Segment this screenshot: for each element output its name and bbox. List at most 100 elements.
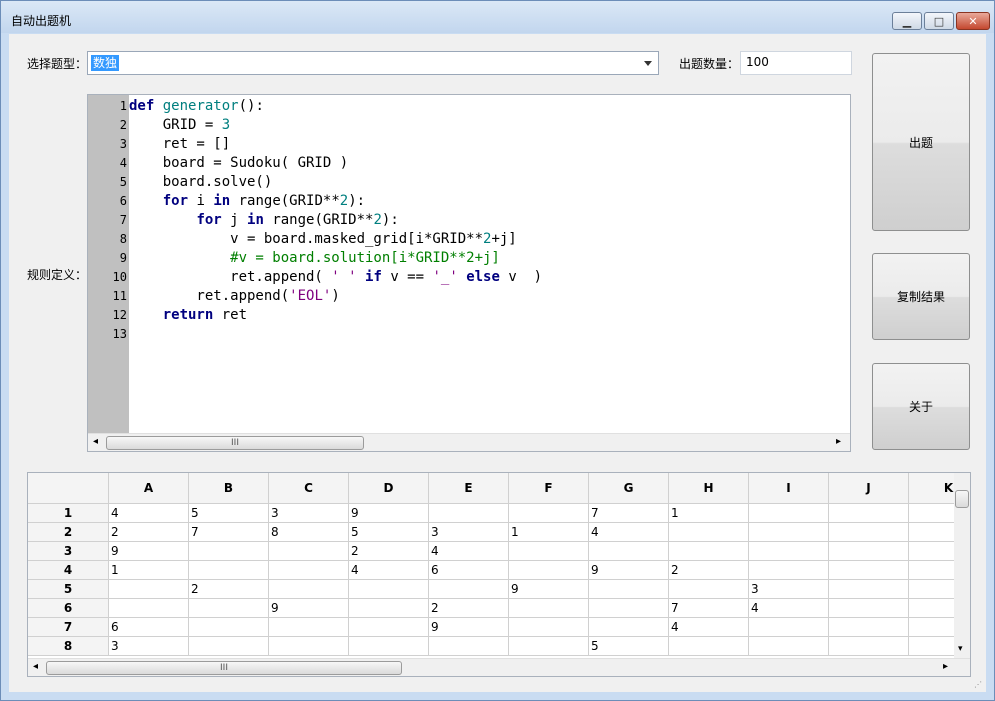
table-cell[interactable] <box>829 637 909 656</box>
table-corner[interactable] <box>28 473 109 504</box>
editor-horizontal-scrollbar[interactable]: ◂ III ▸ <box>88 433 850 451</box>
table-cell[interactable]: 5 <box>589 637 669 656</box>
table-cell[interactable]: 2 <box>109 523 189 542</box>
table-cell[interactable]: 4 <box>749 599 829 618</box>
table-cell[interactable] <box>509 599 589 618</box>
column-header[interactable]: A <box>109 473 189 504</box>
table-cell[interactable]: 2 <box>429 599 509 618</box>
column-header[interactable]: I <box>749 473 829 504</box>
table-cell[interactable]: 9 <box>429 618 509 637</box>
table-cell[interactable] <box>749 561 829 580</box>
table-cell[interactable] <box>829 504 909 523</box>
table-cell[interactable] <box>269 637 349 656</box>
table-cell[interactable] <box>509 561 589 580</box>
column-header[interactable]: E <box>429 473 509 504</box>
table-cell[interactable] <box>349 618 429 637</box>
column-header[interactable]: F <box>509 473 589 504</box>
table-cell[interactable] <box>669 580 749 599</box>
table-cell[interactable] <box>589 618 669 637</box>
table-cell[interactable]: 9 <box>509 580 589 599</box>
table-scroll-left-icon[interactable]: ◂ <box>33 661 38 672</box>
code-editor[interactable]: 1 2 3 4 5 6 7 8 9 10 11 12 13 def generator(): GRID … <box>87 94 851 452</box>
table-cell[interactable]: 3 <box>109 637 189 656</box>
table-cell[interactable]: 9 <box>269 599 349 618</box>
row-header[interactable]: 6 <box>28 599 109 618</box>
table-cell[interactable] <box>109 580 189 599</box>
row-header[interactable]: 4 <box>28 561 109 580</box>
table-cell[interactable] <box>829 561 909 580</box>
type-select[interactable]: 数独 <box>87 51 659 75</box>
editor-scroll-thumb[interactable]: III <box>106 436 364 450</box>
table-cell[interactable]: 7 <box>589 504 669 523</box>
table-cell[interactable] <box>349 637 429 656</box>
table-cell[interactable]: 2 <box>349 542 429 561</box>
table-cell[interactable] <box>189 618 269 637</box>
result-table[interactable]: ABCDEFGHIJK14539712278531439244146925293… <box>27 472 971 677</box>
table-cell[interactable]: 4 <box>669 618 749 637</box>
table-cell[interactable]: 6 <box>429 561 509 580</box>
about-button[interactable]: 关于 <box>872 363 970 450</box>
table-cell[interactable] <box>669 523 749 542</box>
table-cell[interactable] <box>749 504 829 523</box>
table-cell[interactable] <box>589 599 669 618</box>
table-cell[interactable]: 1 <box>109 561 189 580</box>
table-cell[interactable]: 2 <box>189 580 269 599</box>
row-header[interactable]: 2 <box>28 523 109 542</box>
scroll-left-icon[interactable]: ◂ <box>93 436 98 447</box>
table-horizontal-scrollbar[interactable]: ◂ III ▸ <box>28 658 970 676</box>
table-cell[interactable] <box>589 542 669 561</box>
table-cell[interactable]: 1 <box>669 504 749 523</box>
table-cell[interactable] <box>829 599 909 618</box>
count-input[interactable]: 100 <box>740 51 852 75</box>
row-header[interactable]: 8 <box>28 637 109 656</box>
table-cell[interactable]: 8 <box>269 523 349 542</box>
row-header[interactable]: 3 <box>28 542 109 561</box>
table-cell[interactable] <box>189 542 269 561</box>
table-cell[interactable]: 4 <box>109 504 189 523</box>
table-cell[interactable] <box>669 542 749 561</box>
code-line[interactable]: return ret <box>129 306 247 325</box>
table-cell[interactable] <box>749 542 829 561</box>
table-cell[interactable]: 3 <box>749 580 829 599</box>
row-header[interactable]: 5 <box>28 580 109 599</box>
scroll-down-icon[interactable]: ▾ <box>958 644 963 654</box>
row-header[interactable]: 1 <box>28 504 109 523</box>
code-line[interactable]: #v = board.solution[i*GRID**2+j] <box>129 249 500 268</box>
table-cell[interactable]: 1 <box>509 523 589 542</box>
table-cell[interactable] <box>429 580 509 599</box>
table-cell[interactable]: 5 <box>189 504 269 523</box>
table-cell[interactable] <box>269 561 349 580</box>
code-line[interactable]: for j in range(GRID**2): <box>129 211 398 230</box>
table-cell[interactable] <box>509 618 589 637</box>
title-bar[interactable]: 自动出题机 ▁ □ ✕ <box>1 1 994 33</box>
table-cell[interactable]: 3 <box>269 504 349 523</box>
code-line[interactable]: board = Sudoku( GRID ) <box>129 154 348 173</box>
code-line[interactable]: for i in range(GRID**2): <box>129 192 365 211</box>
maximize-button[interactable]: □ <box>924 12 954 30</box>
copy-result-button[interactable]: 复制结果 <box>872 253 970 340</box>
table-cell[interactable] <box>189 637 269 656</box>
table-cell[interactable] <box>749 637 829 656</box>
resize-grip-icon[interactable]: ⋰ <box>974 680 984 690</box>
table-cell[interactable] <box>669 637 749 656</box>
row-header[interactable]: 7 <box>28 618 109 637</box>
code-line[interactable]: def generator(): <box>129 97 264 116</box>
table-cell[interactable] <box>509 637 589 656</box>
table-cell[interactable] <box>829 523 909 542</box>
table-cell[interactable] <box>429 504 509 523</box>
table-cell[interactable] <box>829 542 909 561</box>
column-header[interactable]: D <box>349 473 429 504</box>
table-cell[interactable]: 6 <box>109 618 189 637</box>
code-line[interactable]: board.solve() <box>129 173 273 192</box>
table-cell[interactable]: 9 <box>589 561 669 580</box>
table-cell[interactable]: 4 <box>589 523 669 542</box>
code-line[interactable]: ret.append( ' ' if v == '_' else v ) <box>129 268 542 287</box>
column-header[interactable]: G <box>589 473 669 504</box>
table-vertical-scrollbar[interactable]: ▾ <box>954 473 970 658</box>
table-cell[interactable] <box>589 580 669 599</box>
table-cell[interactable] <box>269 542 349 561</box>
table-cell[interactable]: 7 <box>189 523 269 542</box>
column-header[interactable]: H <box>669 473 749 504</box>
table-cell[interactable]: 9 <box>109 542 189 561</box>
code-line[interactable]: GRID = 3 <box>129 116 230 135</box>
